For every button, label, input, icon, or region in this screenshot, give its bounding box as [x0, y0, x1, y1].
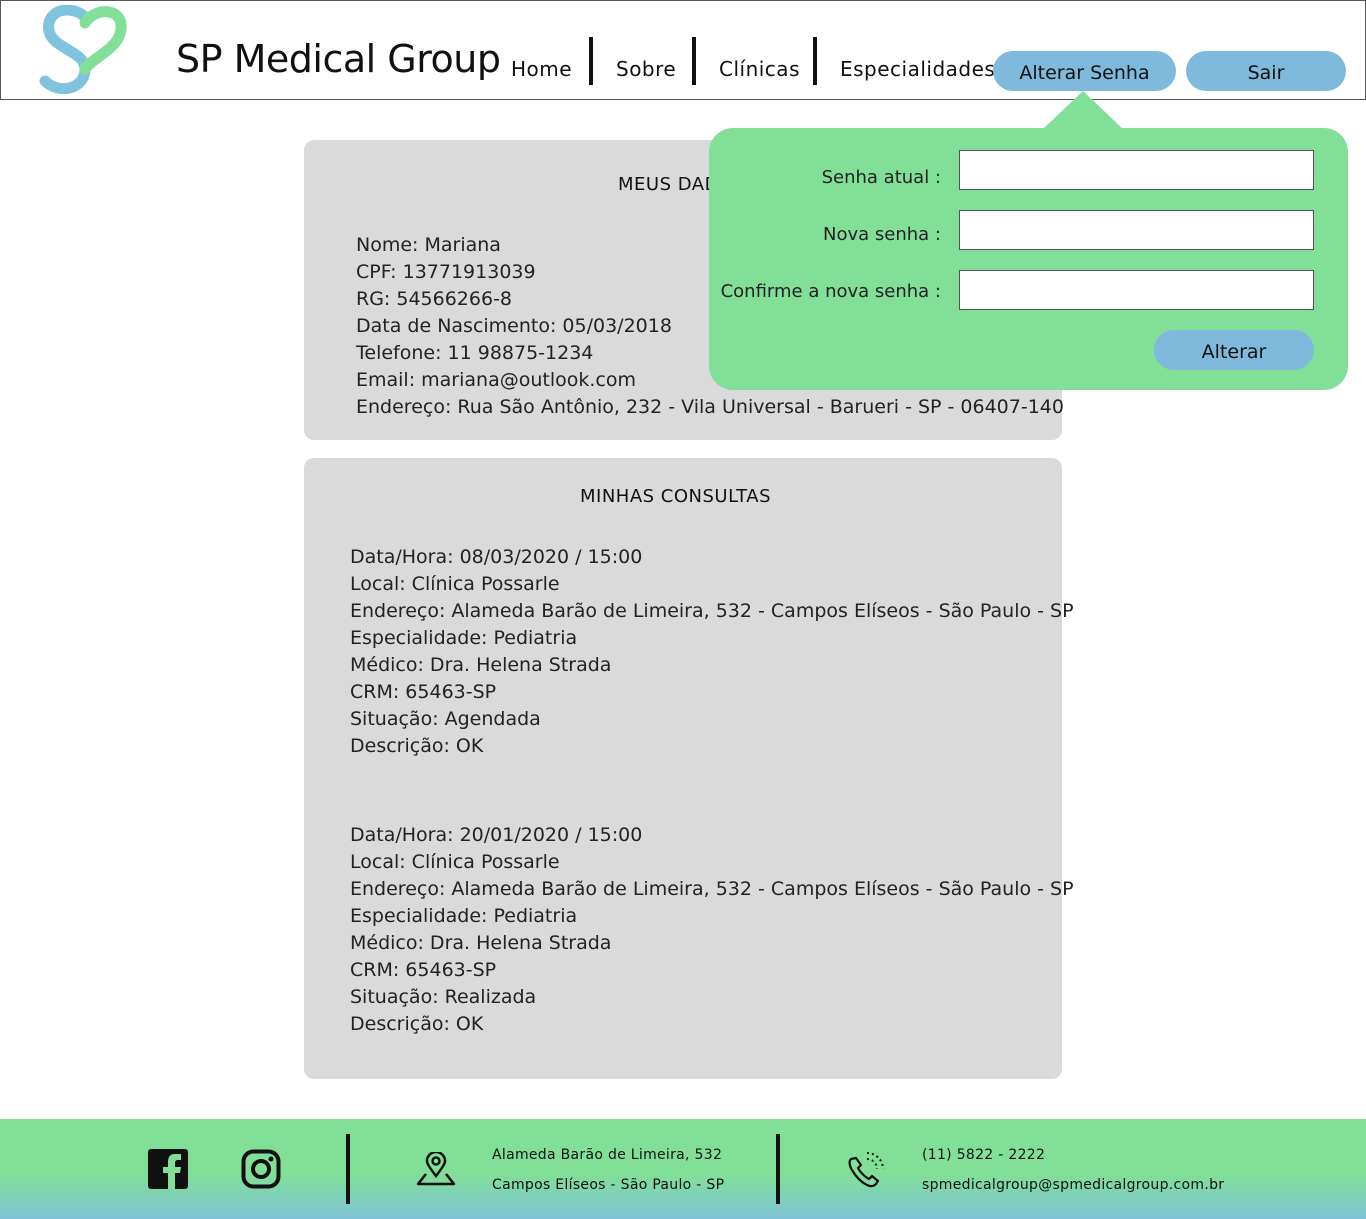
confirm-password-label: Confirme a nova senha : [720, 281, 941, 302]
submit-password-button[interactable]: Alterar [1154, 330, 1314, 370]
appointments-card: MINHAS CONSULTAS Data/Hora: 08/03/2020 /… [304, 458, 1074, 1079]
appointment-description: Descrição: OK [350, 735, 484, 757]
footer-divider [776, 1134, 780, 1204]
appointment-local: Local: Clínica Possarle [350, 573, 560, 595]
phone-icon [843, 1147, 889, 1197]
profile-email: Email: mariana@outlook.com [356, 369, 636, 391]
nav-sobre[interactable]: Sobre [616, 57, 676, 81]
nav-especialidades[interactable]: Especialidades [840, 57, 995, 81]
appointment-address: Endereço: Alameda Barão de Limeira, 532 … [350, 878, 1074, 900]
appointment-doctor: Médico: Dra. Helena Strada [350, 654, 612, 676]
profile-cpf: CPF: 13771913039 [356, 261, 536, 283]
nav-clinicas[interactable]: Clínicas [719, 57, 800, 81]
nav-divider [813, 37, 817, 85]
appointment-datetime: Data/Hora: 20/01/2020 / 15:00 [350, 824, 643, 846]
facebook-icon[interactable] [148, 1149, 188, 1193]
confirm-password-input[interactable] [959, 270, 1314, 310]
appointments-title: MINHAS CONSULTAS [580, 486, 771, 507]
appointment-crm: CRM: 65463-SP [350, 681, 497, 703]
site-header: SP Medical Group Home Sobre Clínicas Esp… [0, 0, 1366, 100]
new-password-label: Nova senha : [823, 224, 941, 245]
appointment-datetime: Data/Hora: 08/03/2020 / 15:00 [350, 546, 643, 568]
site-footer: Alameda Barão de Limeira, 532 Campos Elí… [0, 1119, 1366, 1219]
logo-icon[interactable] [39, 4, 129, 97]
map-pin-icon [416, 1150, 456, 1190]
appointment-crm: CRM: 65463-SP [350, 959, 497, 981]
profile-rg: RG: 54566266-8 [356, 288, 513, 310]
instagram-icon[interactable] [241, 1149, 281, 1193]
appointment-specialty: Especialidade: Pediatria [350, 627, 578, 649]
logout-button[interactable]: Sair [1186, 51, 1346, 91]
footer-divider [346, 1134, 350, 1204]
profile-name: Nome: Mariana [356, 234, 501, 256]
new-password-input[interactable] [959, 210, 1314, 250]
change-password-button[interactable]: Alterar Senha [993, 51, 1176, 91]
appointment-status: Situação: Realizada [350, 986, 537, 1008]
nav-divider [589, 37, 593, 85]
nav-home[interactable]: Home [511, 57, 572, 81]
footer-phone[interactable]: (11) 5822 - 2222 [922, 1147, 1045, 1163]
appointment-doctor: Médico: Dra. Helena Strada [350, 932, 612, 954]
footer-address-line2: Campos Elíseos - São Paulo - SP [492, 1177, 725, 1193]
brand-name: SP Medical Group [176, 37, 501, 81]
appointment-local: Local: Clínica Possarle [350, 851, 560, 873]
appointment-description: Descrição: OK [350, 1013, 484, 1035]
footer-email[interactable]: spmedicalgroup@spmedicalgroup.com.br [922, 1177, 1224, 1193]
popover-caret [1043, 91, 1123, 129]
profile-address: Endereço: Rua São Antônio, 232 - Vila Un… [356, 396, 1064, 418]
current-password-input[interactable] [959, 150, 1314, 190]
current-password-label: Senha atual : [821, 167, 941, 188]
appointment-address: Endereço: Alameda Barão de Limeira, 532 … [350, 600, 1074, 622]
profile-birthdate: Data de Nascimento: 05/03/2018 [356, 315, 672, 337]
nav-divider [692, 37, 696, 85]
footer-address-line1: Alameda Barão de Limeira, 532 [492, 1147, 723, 1163]
appointment-specialty: Especialidade: Pediatria [350, 905, 578, 927]
profile-phone: Telefone: 11 98875-1234 [356, 342, 594, 364]
appointment-status: Situação: Agendada [350, 708, 541, 730]
